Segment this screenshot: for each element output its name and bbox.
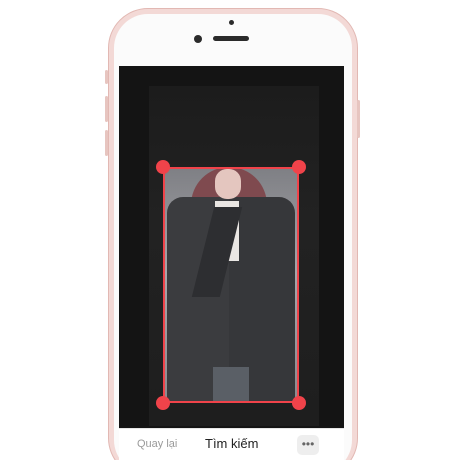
- more-options-icon[interactable]: •••: [297, 435, 319, 455]
- crop-handle-bottom-left[interactable]: [156, 396, 170, 410]
- front-camera-icon: [194, 35, 202, 43]
- crop-handle-top-left[interactable]: [156, 160, 170, 174]
- crop-selection-frame[interactable]: [163, 167, 299, 403]
- proximity-sensor-icon: [229, 20, 234, 25]
- back-button[interactable]: Quay lại: [137, 438, 177, 450]
- phone-screen: Quay lại Tìm kiếm •••: [119, 66, 344, 460]
- volume-down-button: [105, 130, 108, 156]
- bottom-bar: Quay lại Tìm kiếm •••: [119, 428, 344, 460]
- crop-handle-bottom-right[interactable]: [292, 396, 306, 410]
- search-title: Tìm kiếm: [205, 436, 259, 451]
- mute-switch: [105, 70, 108, 84]
- earpiece-speaker-icon: [213, 36, 249, 41]
- power-button: [357, 100, 360, 138]
- volume-up-button: [105, 96, 108, 122]
- crop-handle-top-right[interactable]: [292, 160, 306, 174]
